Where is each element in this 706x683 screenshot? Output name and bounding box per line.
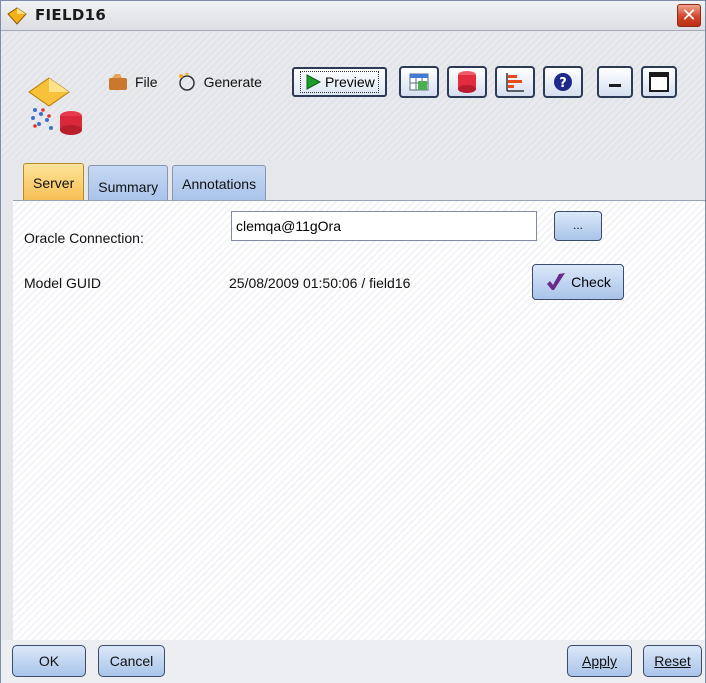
- preview-label: Preview: [324, 74, 375, 90]
- preview-button[interactable]: Preview: [291, 67, 387, 97]
- minimize-button[interactable]: [596, 66, 633, 98]
- model-node-icon: [28, 77, 82, 135]
- close-button[interactable]: ✕: [677, 4, 701, 27]
- checkmark-icon: [547, 273, 566, 290]
- help-button[interactable]: ?: [542, 66, 583, 98]
- table-button[interactable]: [398, 66, 439, 98]
- reset-label: Reset: [654, 653, 691, 669]
- maximize-button[interactable]: [640, 66, 677, 98]
- generate-icon: [178, 73, 195, 91]
- help-icon: ?: [553, 73, 572, 91]
- toolbar: File Generate Preview ?: [99, 65, 677, 99]
- minimize-icon: [608, 84, 621, 87]
- tab-annotations[interactable]: Annotations: [172, 165, 267, 201]
- generate-label: Generate: [203, 74, 262, 90]
- oracle-connection-label: Oracle Connection:: [24, 230, 144, 246]
- title-bar[interactable]: FIELD16 ✕: [1, 1, 705, 31]
- reset-button[interactable]: Reset: [643, 645, 702, 677]
- server-panel: Oracle Connection: ... Model GUID 25/08/…: [13, 200, 705, 640]
- oracle-connection-field[interactable]: [231, 211, 537, 241]
- tab-summary[interactable]: Summary: [88, 165, 169, 201]
- folder-icon: [109, 74, 127, 90]
- check-label: Check: [571, 274, 611, 290]
- apply-label: Apply: [581, 653, 618, 669]
- check-button[interactable]: Check: [532, 264, 624, 300]
- database-button[interactable]: [446, 66, 487, 98]
- tab-server[interactable]: Server: [23, 163, 85, 201]
- chart-icon: [505, 73, 524, 92]
- model-guid-value: 25/08/2009 01:50:06 / field16: [229, 275, 411, 291]
- toolbar-area: File Generate Preview ?: [1, 32, 705, 160]
- svg-text:?: ?: [559, 76, 567, 91]
- diamond-node-icon: [7, 7, 27, 25]
- preview-focus: Preview: [299, 71, 379, 93]
- maximize-icon: [648, 72, 669, 92]
- generate-menu[interactable]: Generate: [168, 67, 272, 97]
- database-icon: [457, 71, 476, 93]
- button-bar: OK Cancel Apply Reset: [1, 640, 705, 683]
- file-label: File: [135, 74, 158, 90]
- close-icon: ✕: [681, 5, 697, 26]
- model-guid-label: Model GUID: [24, 275, 102, 291]
- apply-button[interactable]: Apply: [567, 645, 632, 677]
- ok-button[interactable]: OK: [12, 645, 86, 677]
- play-icon: [306, 74, 321, 90]
- dialog-window: FIELD16 ✕ File Generate Preview ? Server…: [0, 0, 706, 683]
- cancel-button[interactable]: Cancel: [98, 645, 165, 677]
- browse-connection-button[interactable]: ...: [554, 211, 602, 241]
- table-icon: [409, 73, 429, 91]
- file-menu[interactable]: File: [99, 67, 168, 97]
- window-title: FIELD16: [35, 6, 107, 24]
- chart-button[interactable]: [494, 66, 535, 98]
- tab-strip: Server Summary Annotations: [23, 163, 270, 201]
